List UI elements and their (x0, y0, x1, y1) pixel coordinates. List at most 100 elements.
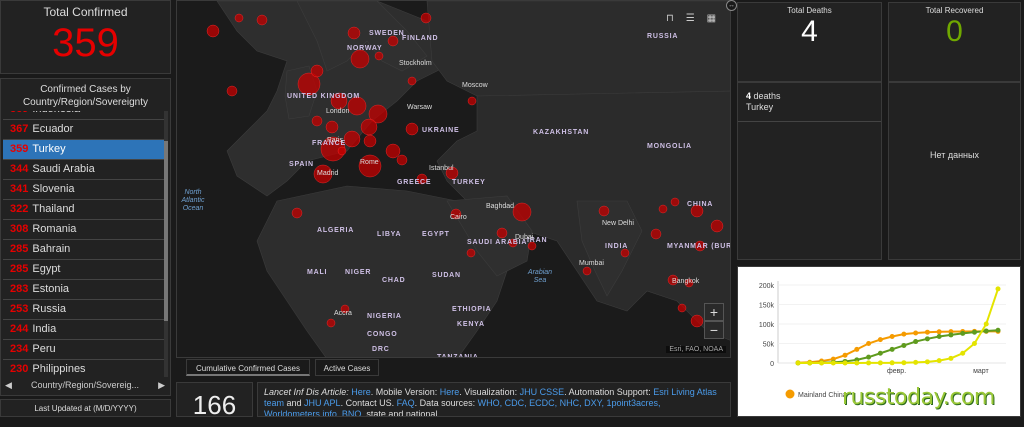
jhu-csse-link[interactable]: JHU CSSE (520, 387, 565, 397)
chart-point[interactable] (901, 331, 907, 337)
chart-point[interactable] (936, 333, 942, 339)
tab-cumulative-confirmed[interactable]: Cumulative Confirmed Cases (186, 359, 310, 376)
country-list-item[interactable]: 285 Egypt (3, 260, 166, 280)
chart-point[interactable] (889, 333, 895, 339)
chart-point[interactable] (948, 332, 954, 338)
case-bubble[interactable] (360, 118, 378, 136)
chart-point[interactable] (807, 360, 813, 366)
world-map[interactable]: SWEDEN FINLAND NORWAY RUSSIA UNITED KINGDOM U… (176, 0, 731, 358)
chart-point[interactable] (866, 341, 872, 346)
case-bubble[interactable] (512, 202, 532, 222)
chart-point[interactable] (960, 330, 966, 336)
chart-point[interactable] (924, 329, 930, 335)
deaths-list-item[interactable]: 4 deaths Turkey (738, 83, 881, 122)
chart-point[interactable] (795, 360, 801, 366)
basemap-grid-icon[interactable]: ▦ (707, 13, 716, 24)
case-bubble[interactable] (677, 303, 687, 313)
case-bubble[interactable] (387, 35, 399, 47)
case-bubble[interactable] (658, 204, 668, 214)
case-bubble[interactable] (467, 96, 477, 106)
case-bubble[interactable] (496, 227, 508, 239)
case-bubble[interactable] (405, 122, 419, 136)
mobile-link[interactable]: Here (440, 387, 460, 397)
case-bubble[interactable] (396, 154, 408, 166)
case-bubble[interactable] (598, 205, 610, 217)
case-bubble[interactable] (291, 207, 303, 219)
case-bubble[interactable] (310, 64, 324, 78)
country-list-item[interactable]: 369 Indonesia (3, 111, 166, 120)
chart-point[interactable] (995, 286, 1001, 292)
country-list-item[interactable]: 230 Philippines (3, 360, 166, 377)
country-list-item[interactable]: 308 Romania (3, 220, 166, 240)
chart-point[interactable] (913, 339, 919, 345)
country-list-item[interactable]: 341 Slovenia (3, 180, 166, 200)
case-bubble[interactable] (337, 146, 347, 156)
faq-link[interactable]: FAQ (397, 398, 415, 408)
chart-point[interactable] (889, 346, 895, 352)
country-list-item[interactable]: 359 Turkey (3, 140, 166, 160)
case-bubble[interactable] (325, 120, 339, 134)
chart-point[interactable] (901, 360, 907, 366)
chart-point[interactable] (971, 329, 977, 335)
chart-point[interactable] (901, 342, 907, 348)
chart-point[interactable] (877, 350, 883, 356)
country-list-item[interactable]: 367 Ecuador (3, 120, 166, 140)
list-footer-label[interactable]: Country/Region/Sovereig... (31, 380, 139, 390)
case-bubble[interactable] (234, 13, 244, 23)
chart-point[interactable] (842, 360, 848, 366)
case-bubble[interactable] (407, 76, 417, 86)
case-bubble[interactable] (347, 26, 361, 40)
case-bubble[interactable] (420, 12, 432, 24)
chart-point[interactable] (983, 321, 989, 327)
zoom-in-button[interactable]: + (704, 303, 724, 321)
chart-point[interactable] (913, 330, 919, 336)
country-list-item[interactable]: 234 Peru (3, 340, 166, 360)
jhu-apl-link[interactable]: JHU APL (304, 398, 341, 408)
country-list-item[interactable]: 244 India (3, 320, 166, 340)
case-bubble[interactable] (311, 115, 323, 127)
case-bubble[interactable] (385, 143, 401, 159)
bookmark-icon[interactable]: ⊓ (666, 13, 674, 24)
list-scrollbar[interactable] (164, 111, 168, 377)
country-list-item[interactable]: 344 Saudi Arabia (3, 160, 166, 180)
country-list-item[interactable]: 283 Estonia (3, 280, 166, 300)
chart-point[interactable] (913, 359, 919, 365)
chart-point[interactable] (854, 360, 860, 366)
case-bubble[interactable] (256, 14, 268, 26)
case-bubble[interactable] (670, 197, 680, 207)
case-bubble[interactable] (582, 266, 592, 276)
case-bubble[interactable] (363, 134, 377, 148)
chart-point[interactable] (924, 359, 930, 365)
case-bubble[interactable] (326, 318, 336, 328)
prev-arrow-icon[interactable]: ◀ (5, 380, 12, 391)
case-bubble[interactable] (343, 130, 361, 148)
case-bubble[interactable] (620, 248, 630, 258)
chart-point[interactable] (866, 360, 872, 366)
case-bubble[interactable] (650, 228, 662, 240)
chart-point[interactable] (889, 360, 895, 366)
tab-active-cases[interactable]: Active Cases (315, 359, 379, 376)
chart-point[interactable] (936, 358, 942, 364)
chart-point[interactable] (960, 350, 966, 356)
case-bubble[interactable] (466, 248, 476, 258)
case-bubble[interactable] (374, 51, 384, 61)
country-list-item[interactable]: 285 Bahrain (3, 240, 166, 260)
next-arrow-icon[interactable]: ▶ (158, 380, 165, 391)
chart-point[interactable] (971, 341, 977, 346)
case-bubble[interactable] (350, 49, 370, 69)
chart-point[interactable] (936, 329, 942, 335)
chart-point[interactable] (866, 354, 872, 360)
chart-point[interactable] (924, 336, 930, 342)
chart-point[interactable] (995, 327, 1001, 333)
case-bubble[interactable] (226, 85, 238, 97)
chart-point[interactable] (819, 360, 825, 366)
legend-list-icon[interactable]: ☰ (686, 13, 695, 24)
chart-point[interactable] (948, 355, 954, 361)
chart-point[interactable] (854, 346, 860, 352)
case-bubble[interactable] (206, 24, 220, 38)
chart-point[interactable] (983, 328, 989, 334)
case-bubble[interactable] (710, 219, 724, 233)
country-list-item[interactable]: 253 Russia (3, 300, 166, 320)
expand-icon[interactable]: ↔ (726, 0, 737, 11)
chart-point[interactable] (830, 360, 836, 366)
